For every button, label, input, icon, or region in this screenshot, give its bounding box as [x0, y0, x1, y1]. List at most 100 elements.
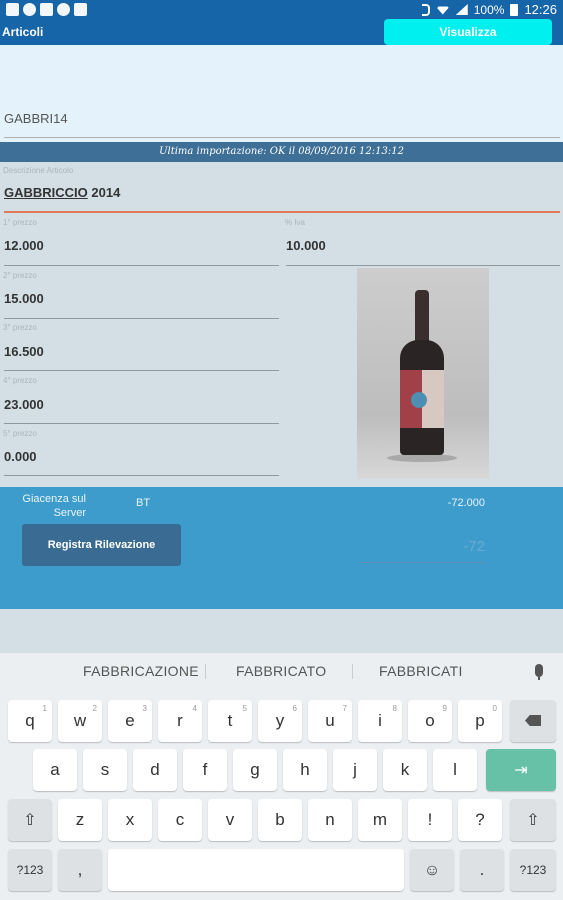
key-c[interactable]: c: [158, 799, 202, 841]
description-word-underlined: GABBRICCIO: [4, 185, 88, 200]
period-key[interactable]: .: [460, 849, 504, 891]
key-i-label: i: [378, 711, 382, 730]
price-2-field[interactable]: 15.000: [4, 291, 44, 306]
price-1-underline: [4, 265, 279, 266]
suggestion-divider: [205, 664, 206, 679]
key-q[interactable]: q1: [8, 700, 52, 742]
key-b-label: b: [275, 810, 285, 829]
key-o[interactable]: o9: [408, 700, 452, 742]
key-j-label: j: [353, 760, 357, 779]
key-y-hint: 6: [292, 704, 297, 713]
article-code-input[interactable]: GABBRI14: [4, 111, 68, 126]
symbols-key-right[interactable]: ?123: [510, 849, 556, 891]
register-button[interactable]: Registra Rilevazione: [22, 524, 181, 566]
space-key[interactable]: [108, 849, 404, 891]
suggestion-3[interactable]: FABBRICATI: [379, 663, 463, 679]
price-3-field[interactable]: 16.500: [4, 344, 44, 359]
key-r-hint: 4: [192, 704, 197, 713]
symbols-key[interactable]: ?123: [8, 849, 52, 891]
spacer: [0, 609, 563, 653]
key-a-label: a: [50, 760, 60, 779]
key-f-label: f: [202, 760, 208, 779]
price-1-field[interactable]: 12.000: [4, 238, 44, 253]
key-y[interactable]: y6: [258, 700, 302, 742]
key-o-hint: 9: [442, 704, 447, 713]
key-z[interactable]: z: [58, 799, 102, 841]
price-1-label: 1° prezzo: [3, 218, 37, 227]
price-2-underline: [4, 318, 279, 319]
key-m[interactable]: m: [358, 799, 402, 841]
price-5-field[interactable]: 0.000: [4, 449, 37, 464]
article-code-underline: [4, 137, 560, 138]
price-5-underline: [4, 475, 279, 476]
key-k[interactable]: k: [383, 749, 427, 791]
stock-panel: Giacenza sul Server BT -72.000 Registra …: [0, 487, 563, 609]
key-e-hint: 3: [142, 704, 147, 713]
key-w[interactable]: w2: [58, 700, 102, 742]
key-b[interactable]: b: [258, 799, 302, 841]
description-field[interactable]: GABBRICCIO 2014: [4, 185, 120, 200]
notification-icon: [57, 3, 70, 16]
key-h[interactable]: h: [283, 749, 327, 791]
bottle-shadow: [387, 454, 457, 462]
key-question[interactable]: ?: [458, 799, 502, 841]
key-l-label: l: [453, 760, 457, 779]
emoji-key[interactable]: ☺: [410, 849, 454, 891]
key-x[interactable]: x: [108, 799, 152, 841]
key-f[interactable]: f: [183, 749, 227, 791]
key-n[interactable]: n: [308, 799, 352, 841]
suggestion-1[interactable]: FABBRICAZIONE: [83, 663, 199, 679]
view-button[interactable]: Visualizza: [384, 19, 552, 45]
key-e-label: e: [125, 711, 135, 730]
key-j[interactable]: j: [333, 749, 377, 791]
shift-key-right[interactable]: ⇧: [510, 799, 556, 841]
system-icons: 100% 12:26: [421, 2, 557, 17]
key-d[interactable]: d: [133, 749, 177, 791]
page-title: Articoli: [2, 25, 44, 39]
notification-icon: [23, 3, 36, 16]
description-word: 2014: [87, 185, 121, 200]
notification-icon: [74, 3, 87, 16]
article-code-area: [0, 45, 563, 142]
key-a[interactable]: a: [33, 749, 77, 791]
key-r[interactable]: r4: [158, 700, 202, 742]
vat-field[interactable]: 10.000: [286, 238, 326, 253]
backspace-icon: [525, 715, 541, 726]
symbols-key-right-label: ?123: [519, 863, 547, 877]
key-v[interactable]: v: [208, 799, 252, 841]
key-g[interactable]: g: [233, 749, 277, 791]
key-y-label: y: [275, 711, 285, 730]
wine-bottle-image: [357, 268, 489, 479]
comma-key[interactable]: ,: [58, 849, 102, 891]
backspace-key[interactable]: [510, 700, 556, 742]
price-4-field[interactable]: 23.000: [4, 397, 44, 412]
price-3-underline: [4, 370, 279, 371]
bluetooth-icon: [421, 3, 430, 16]
shift-icon: ⇧: [23, 812, 37, 829]
stock-quantity: -72.000: [447, 497, 485, 509]
key-e[interactable]: e3: [108, 700, 152, 742]
key-x-label: x: [125, 810, 135, 829]
key-w-label: w: [73, 711, 87, 730]
microphone-icon[interactable]: [535, 664, 543, 680]
comma-key-label: ,: [77, 860, 83, 879]
key-r-label: r: [177, 711, 183, 730]
key-s[interactable]: s: [83, 749, 127, 791]
suggestion-2[interactable]: FABBRICATO: [236, 663, 326, 679]
key-t[interactable]: t5: [208, 700, 252, 742]
key-exclamation[interactable]: !: [408, 799, 452, 841]
key-u[interactable]: u7: [308, 700, 352, 742]
key-n-label: n: [325, 810, 335, 829]
bottle-seal: [411, 392, 427, 408]
battery-percent: 100%: [473, 2, 505, 17]
import-status-bar: Ultima importazione: OK il 08/09/2016 12…: [0, 142, 563, 162]
vat-underline: [286, 265, 560, 266]
count-input[interactable]: -72: [360, 531, 485, 563]
key-question-label: ?: [475, 810, 485, 829]
enter-key[interactable]: ⇥: [486, 749, 556, 791]
status-bar: 100% 12:26: [0, 0, 563, 20]
key-p[interactable]: p0: [458, 700, 502, 742]
key-l[interactable]: l: [433, 749, 477, 791]
shift-key[interactable]: ⇧: [8, 799, 52, 841]
key-i[interactable]: i8: [358, 700, 402, 742]
